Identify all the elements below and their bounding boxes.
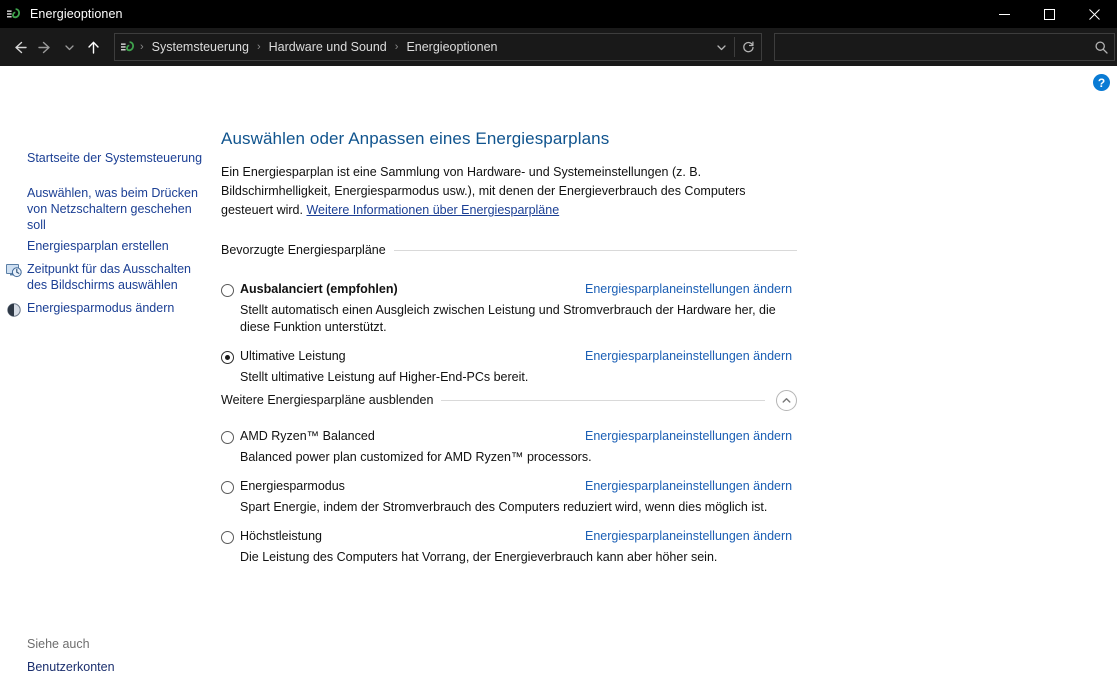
sidebar-item-power-buttons[interactable]: Auswählen, was beim Drücken von Netzscha… — [27, 185, 202, 233]
minimize-button[interactable] — [982, 0, 1027, 28]
plan-name: Ultimative Leistung — [240, 349, 346, 363]
change-plan-settings-link-ausbalanciert[interactable]: Energiesparplaneinstellungen ändern — [585, 282, 792, 296]
radio-ausbalanciert[interactable] — [221, 284, 234, 297]
radio-energiesparmodus[interactable] — [221, 481, 234, 494]
plan-description: Stellt automatisch einen Ausgleich zwisc… — [240, 303, 776, 334]
search-box[interactable] — [774, 33, 1115, 61]
additional-plans-section: Weitere Energiesparpläne ausblenden AMD … — [221, 389, 797, 566]
section-divider — [393, 249, 797, 251]
close-button[interactable] — [1072, 0, 1117, 28]
change-plan-settings-link-energiesparmodus[interactable]: Energiesparplaneinstellungen ändern — [585, 479, 792, 493]
additional-plans-header: Weitere Energiesparpläne ausblenden — [221, 389, 797, 411]
navigation-bar: › Systemsteuerung › Hardware und Sound ›… — [0, 28, 1117, 66]
change-plan-settings-link-hoechstleistung[interactable]: Energiesparplaneinstellungen ändern — [585, 529, 792, 543]
change-plan-settings-link-amd-ryzen-balanced[interactable]: Energiesparplaneinstellungen ändern — [585, 429, 792, 443]
plan-description: Die Leistung des Computers hat Vorrang, … — [240, 550, 718, 564]
breadcrumb-separator: › — [140, 41, 144, 53]
sidebar-item-control-panel-home[interactable]: Startseite der Systemsteuerung — [27, 150, 207, 166]
radio-amd-ryzen-balanced[interactable] — [221, 431, 234, 444]
search-icon[interactable] — [1088, 34, 1114, 60]
breadcrumb-separator: › — [256, 41, 261, 53]
plan-row-amd-ryzen-balanced[interactable]: AMD Ryzen™ Balanced Energiesparplaneinst… — [221, 429, 797, 466]
plan-header: Höchstleistung Energiesparplaneinstellun… — [221, 529, 797, 547]
preferred-plans-section: Bevorzugte Energiesparpläne Ausbalancier… — [221, 242, 797, 386]
see-also-label: Siehe auch — [27, 637, 90, 651]
search-input[interactable] — [775, 40, 1088, 54]
address-bar-buttons — [708, 34, 761, 60]
additional-plans-heading: Weitere Energiesparpläne ausblenden — [221, 393, 434, 407]
see-also-link-user-accounts[interactable]: Benutzerkonten — [27, 660, 115, 674]
radio-hoechstleistung[interactable] — [221, 531, 234, 544]
breadcrumb-item-hardware-und-sound[interactable]: Hardware und Sound — [263, 37, 393, 57]
sidebar-item-turn-off-display[interactable]: Zeitpunkt für das Ausschalten des Bildsc… — [27, 261, 205, 293]
title-bar: Energieoptionen — [0, 0, 1117, 28]
monitor-clock-icon — [6, 263, 22, 279]
page-description: Ein Energiesparplan ist eine Sammlung vo… — [221, 163, 793, 220]
learn-more-power-plans-link[interactable]: Weitere Informationen über Energiesparpl… — [306, 203, 559, 217]
plan-header: Ultimative Leistung Energiesparplaneinst… — [221, 349, 797, 367]
preferred-plans-header: Bevorzugte Energiesparpläne — [221, 242, 797, 258]
plan-name: Ausbalanciert (empfohlen) — [240, 282, 398, 296]
plan-name: Höchstleistung — [240, 529, 322, 543]
plan-description: Spart Energie, indem der Stromverbrauch … — [240, 500, 768, 514]
forward-button[interactable] — [32, 30, 58, 64]
plan-name: Energiesparmodus — [240, 479, 345, 493]
plan-header: AMD Ryzen™ Balanced Energiesparplaneinst… — [221, 429, 797, 447]
content-area: ? Startseite der Systemsteuerung Auswähl… — [0, 66, 1117, 674]
chevron-up-icon[interactable] — [776, 389, 797, 411]
plan-header: Ausbalanciert (empfohlen) Energiesparpla… — [221, 282, 797, 300]
preferred-plans-heading: Bevorzugte Energiesparpläne — [221, 243, 386, 257]
breadcrumb-power-icon — [120, 39, 136, 55]
breadcrumb-item-energieoptionen[interactable]: Energieoptionen — [400, 37, 503, 57]
change-plan-settings-link-ultimative-leistung[interactable]: Energiesparplaneinstellungen ändern — [585, 349, 792, 363]
window-title: Energieoptionen — [30, 7, 123, 21]
window-controls — [982, 0, 1117, 28]
plan-row-energiesparmodus[interactable]: Energiesparmodus Energiesparplaneinstell… — [221, 479, 797, 516]
plan-row-ultimative-leistung[interactable]: Ultimative Leistung Energiesparplaneinst… — [221, 349, 797, 386]
plan-description: Stellt ultimative Leistung auf Higher-En… — [240, 370, 529, 384]
up-button[interactable] — [80, 30, 106, 64]
maximize-button[interactable] — [1027, 0, 1072, 28]
breadcrumb-separator: › — [394, 41, 399, 53]
recent-locations-button[interactable] — [58, 30, 80, 64]
sidebar-item-create-power-plan[interactable]: Energiesparplan erstellen — [27, 238, 207, 254]
plan-header: Energiesparmodus Energiesparplaneinstell… — [221, 479, 797, 497]
sidebar: Startseite der Systemsteuerung Auswählen… — [0, 66, 216, 674]
back-button[interactable] — [6, 30, 32, 64]
address-bar[interactable]: › Systemsteuerung › Hardware und Sound ›… — [114, 33, 762, 61]
plan-name: AMD Ryzen™ Balanced — [240, 429, 375, 443]
page-title: Auswählen oder Anpassen eines Energiespa… — [221, 129, 610, 148]
sleep-moon-icon — [6, 302, 22, 318]
address-dropdown-button[interactable] — [708, 34, 734, 60]
refresh-button[interactable] — [735, 34, 761, 60]
section-divider — [441, 399, 765, 401]
plan-description: Balanced power plan customized for AMD R… — [240, 450, 592, 464]
radio-ultimative-leistung[interactable] — [221, 351, 234, 364]
help-button[interactable]: ? — [1093, 74, 1110, 91]
plan-row-hoechstleistung[interactable]: Höchstleistung Energiesparplaneinstellun… — [221, 529, 797, 566]
power-plug-icon — [6, 6, 22, 22]
breadcrumb-item-systemsteuerung[interactable]: Systemsteuerung — [146, 37, 255, 57]
sidebar-item-change-sleep-settings[interactable]: Energiesparmodus ändern — [27, 300, 205, 316]
plan-row-ausbalanciert[interactable]: Ausbalanciert (empfohlen) Energiesparpla… — [221, 282, 797, 336]
